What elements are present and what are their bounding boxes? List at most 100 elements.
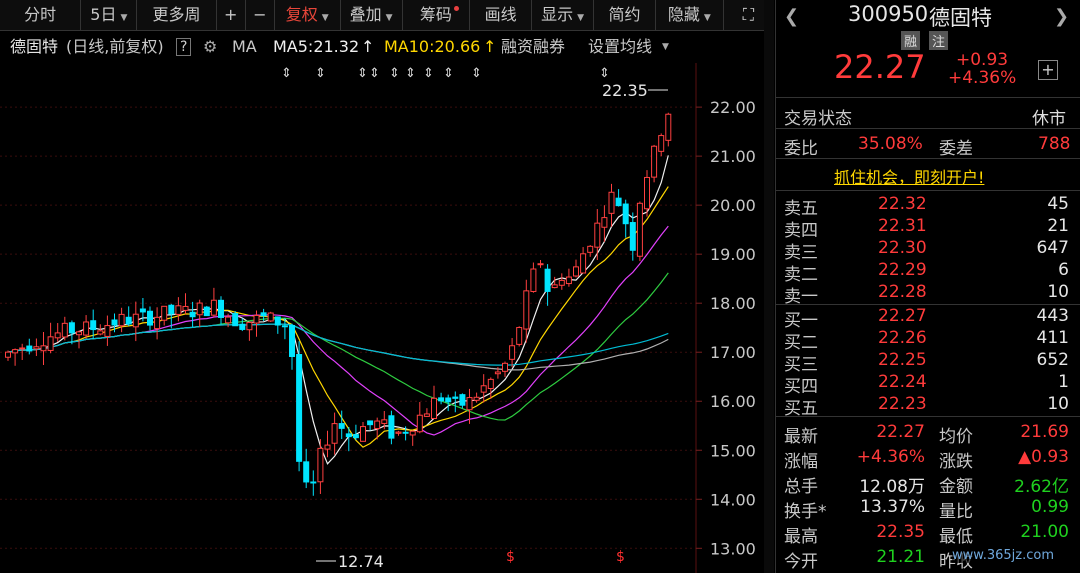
candle-body	[551, 284, 558, 289]
toolbar-label: 复权	[285, 5, 318, 24]
toolbar-item-8[interactable]: 画线	[470, 0, 533, 30]
y-tick-label: 17.00	[710, 343, 756, 362]
toolbar-item-10[interactable]: 简约	[594, 0, 656, 30]
toolbar-item-2[interactable]: 更多周	[137, 0, 217, 30]
candle-body	[125, 316, 132, 325]
stat-value: 22.35	[876, 522, 925, 542]
chevron-down-icon: ▼	[321, 13, 329, 23]
candle-body	[40, 345, 47, 352]
toolbar-label: 更多周	[152, 5, 201, 24]
toolbar-item-11[interactable]: 隐藏 ▼	[656, 0, 724, 30]
price-change: +0.93	[956, 50, 1009, 70]
margin-trading-button[interactable]: 融资融券	[501, 31, 565, 63]
toolbar-item-5[interactable]: 复权 ▼	[275, 0, 341, 30]
candle-body	[345, 433, 352, 438]
candle-body	[587, 245, 594, 253]
ask-price: 22.31	[878, 216, 927, 236]
bid-price: 22.23	[878, 394, 927, 414]
gear-icon[interactable]: ⚙	[203, 31, 217, 63]
candle-body	[54, 332, 61, 339]
bid-price: 22.25	[878, 350, 927, 370]
signal-icon: $	[506, 549, 515, 565]
open-account-link[interactable]: 抓住机会，即刻开户!	[834, 164, 984, 188]
watermark: www.365jz.com	[952, 548, 1054, 563]
candle-body	[182, 305, 189, 311]
candle-body	[139, 308, 146, 313]
candle-body	[317, 447, 324, 483]
candle-body	[303, 461, 310, 483]
prev-stock-icon[interactable]: ❮	[784, 6, 799, 27]
candle-body	[352, 434, 359, 439]
candle-body	[395, 431, 402, 434]
event-icon: ⇕	[599, 66, 610, 81]
candle-body	[438, 397, 445, 402]
event-icon: ⇕	[389, 66, 400, 81]
toolbar-item-1[interactable]: 5日 ▼	[81, 0, 138, 30]
toolbar-label: +	[224, 5, 238, 24]
candle-body	[76, 331, 82, 336]
y-tick-label: 21.00	[710, 147, 756, 166]
add-watchlist-button[interactable]: +	[1038, 60, 1058, 80]
y-tick-label: 19.00	[710, 245, 756, 264]
candle-body	[5, 351, 11, 358]
candle-body	[168, 304, 175, 315]
bid-volume: 1	[1058, 372, 1069, 392]
ask-volume: 45	[1047, 194, 1069, 214]
up-arrow-icon: ↑	[483, 37, 497, 56]
candle-body	[331, 423, 338, 444]
candle-body	[97, 330, 104, 335]
toolbar-item-4[interactable]: −	[246, 0, 275, 30]
candle-body	[622, 203, 629, 225]
bid-price: 22.27	[878, 306, 927, 326]
candle-body	[196, 302, 203, 316]
toolbar-label: 隐藏	[667, 5, 700, 24]
candle-body	[423, 413, 430, 417]
bid-volume: 411	[1036, 328, 1069, 348]
quote-panel: ❮ 300950 德固特 ❯ 融 注 22.27 +0.93 +4.36% + …	[775, 0, 1080, 573]
candle-body	[132, 313, 139, 328]
candle-body	[203, 306, 210, 317]
candle-body	[367, 420, 374, 426]
candle-body	[90, 320, 97, 331]
period-label[interactable]: (日线,前复权)	[66, 31, 164, 63]
candle-body	[516, 327, 523, 345]
chart-toolbar: 分时 5日 ▼ 更多周 + − 复权 ▼ 叠加 ▼ 筹码 画线 显示 ▼ 简约 隐藏 ▼ ⛶	[0, 0, 775, 31]
event-icon: ⇕	[315, 66, 326, 81]
up-arrow-icon: ↑	[361, 37, 375, 56]
toolbar-item-7[interactable]: 筹码	[403, 0, 471, 30]
toolbar-item-9[interactable]: 显示 ▼	[532, 0, 595, 30]
stat-value: 0.99	[1031, 497, 1069, 517]
candle-body	[381, 419, 388, 424]
kline-chart[interactable]: 22.00 21.00 20.00 19.00 18.00 17.00 16.00 15.00…	[0, 63, 774, 573]
weibi-value: 35.08%	[858, 134, 923, 154]
y-tick-label: 18.00	[710, 294, 756, 313]
stat-value: 22.27	[876, 422, 925, 442]
chevron-down-icon[interactable]: ▼	[662, 31, 669, 63]
stat-value: 12.08万	[859, 477, 925, 497]
stat-label: 最高	[784, 527, 818, 547]
candle-body	[416, 414, 423, 433]
notification-dot	[454, 6, 460, 11]
candle-body	[466, 397, 473, 411]
candle-body	[61, 322, 68, 338]
candle-body	[537, 263, 544, 266]
candle-body	[530, 268, 537, 292]
toolbar-item-6[interactable]: 叠加 ▼	[341, 0, 403, 30]
chevron-down-icon: ▼	[703, 13, 711, 23]
ma-settings-button[interactable]: 设置均线	[588, 31, 652, 63]
y-tick-label: 22.00	[710, 98, 756, 117]
candle-body	[502, 362, 508, 372]
stat-label: 总手	[784, 477, 818, 497]
toolbar-item-3[interactable]: +	[217, 0, 246, 30]
ask-volume: 10	[1047, 282, 1069, 302]
bid-price: 22.26	[878, 328, 927, 348]
help-button[interactable]: ?	[176, 38, 192, 56]
stat-value: 13.37%	[860, 497, 925, 517]
candle-body	[324, 444, 331, 450]
candle-body	[33, 346, 40, 350]
ma10-value: MA10:20.66	[384, 37, 481, 56]
toolbar-item-0[interactable]: 分时	[0, 0, 82, 30]
next-stock-icon[interactable]: ❯	[1054, 6, 1069, 27]
scrollbar[interactable]	[764, 0, 774, 573]
stat-label: 换手*	[784, 502, 827, 522]
